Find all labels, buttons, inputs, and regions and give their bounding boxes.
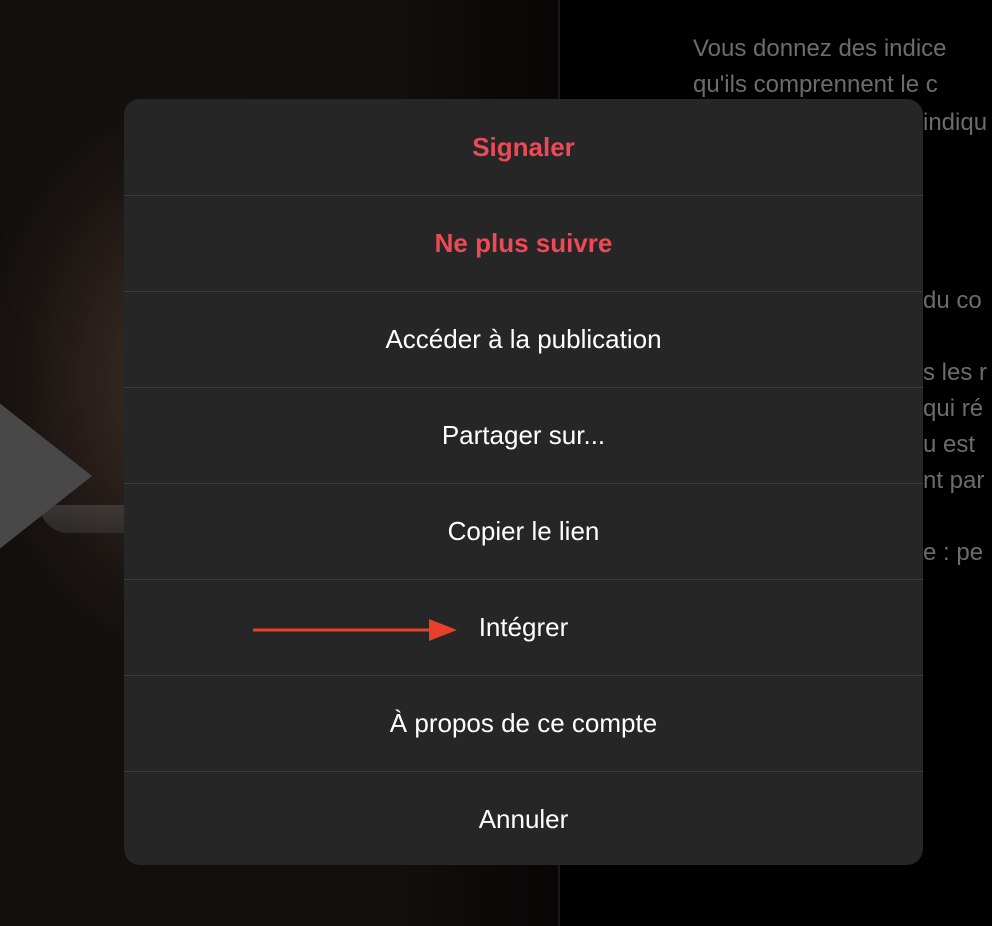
caption-line: Vous donnez des indice [693,35,947,62]
options-action-sheet: Signaler Ne plus suivre Accéder à la pub… [124,99,923,865]
embed-button[interactable]: Intégrer [124,579,923,675]
go-to-post-button[interactable]: Accéder à la publication [124,291,923,387]
about-account-button[interactable]: À propos de ce compte [124,675,923,771]
caption-line: du co [923,287,982,314]
caption-line: e : pe [923,539,984,566]
caption-line: u est [923,431,976,458]
unfollow-button[interactable]: Ne plus suivre [124,195,923,291]
caption-line: qu'ils comprennent le c [693,71,938,98]
caption-line: indiqu [923,109,988,136]
cancel-button[interactable]: Annuler [124,771,923,865]
caption-line: s les r [923,359,988,386]
arrow-right-icon [253,619,457,641]
copy-link-button[interactable]: Copier le lien [124,483,923,579]
report-button[interactable]: Signaler [124,99,923,195]
caption-line: qui ré [923,395,984,422]
screen: Vous donnez des indice qu'ils comprennen… [0,0,992,926]
caption-line: nt par [923,467,985,494]
share-to-button[interactable]: Partager sur... [124,387,923,483]
